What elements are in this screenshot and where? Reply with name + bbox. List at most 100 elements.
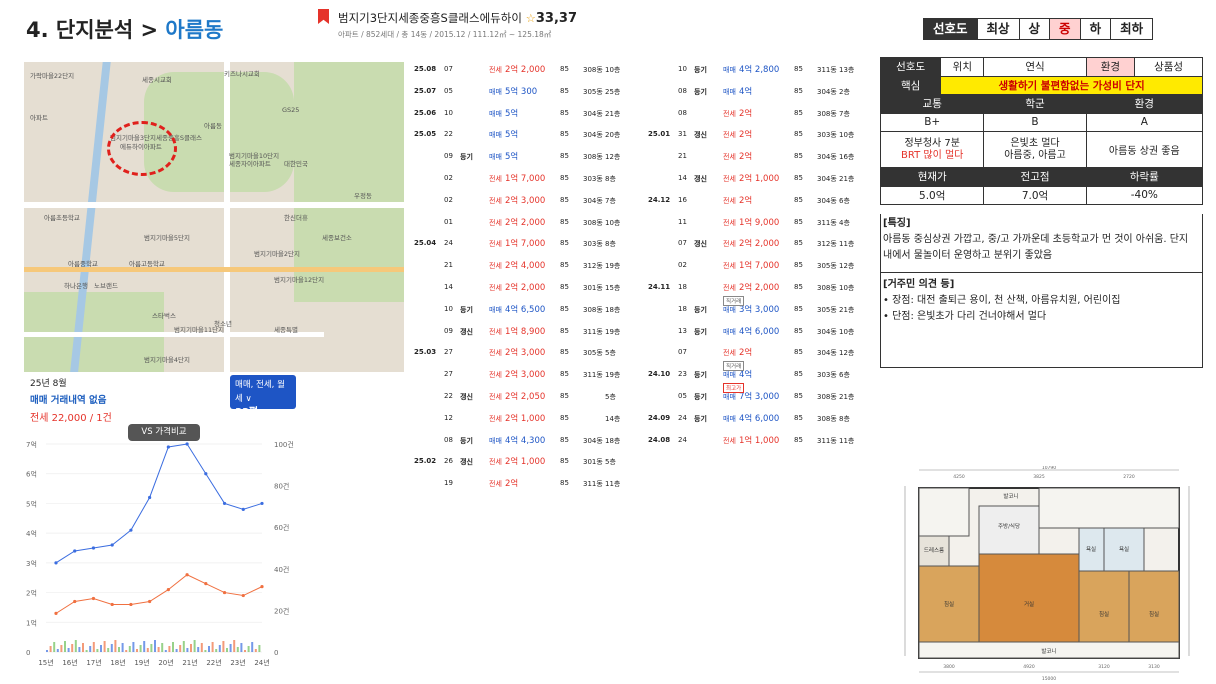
tx-type: 매매 (723, 87, 736, 96)
tx-d: 05 (444, 86, 453, 95)
preference-bar: 선호도 최상 상 중 하 최하 (923, 18, 1154, 40)
transaction-row[interactable]: 14 전세 2억 2,000 85 301동 15층 (410, 277, 640, 299)
transaction-row[interactable]: 07 전세 2억 85 304동 12층 (644, 342, 874, 364)
dimension-label: 4250 (953, 474, 965, 480)
tx-price: 2억 (739, 152, 753, 163)
tx-dong: 304동 (817, 327, 837, 336)
y-tick-label: 1억 (26, 619, 37, 627)
tx-dong: 308동 (583, 305, 603, 314)
tx-price: 4억 6,000 (739, 413, 780, 424)
tx-ym: 25.04 (414, 239, 437, 248)
transaction-row[interactable]: 21 전세 2억 85 304동 16층 (644, 146, 874, 168)
preference-option-mid[interactable]: 중 (1049, 19, 1080, 39)
transaction-row[interactable]: 08 등기 매매 4억 85 304동 2층 (644, 81, 874, 103)
opinion-pro: • 장점: 대전 출퇴근 용이, 천 산책, 아름유치원, 어린이집 (883, 295, 1121, 306)
tx-area: 85 (794, 391, 803, 400)
volume-bar (244, 650, 246, 652)
tx-fl: 15층 (605, 283, 621, 292)
tx-area: 85 (794, 173, 803, 182)
map-label: 세종보건소 (322, 234, 352, 242)
volume-bar (247, 646, 250, 652)
transaction-row[interactable]: 13 등기 매매 4억 6,000 85 304동 10층 (644, 321, 874, 343)
transaction-row[interactable]: 24.12 16 전세 2억 85 304동 6층 (644, 190, 874, 212)
transaction-row[interactable]: 05 등기 매매 7억 3,000 85 308동 21층 최고가 (644, 382, 874, 408)
transaction-row[interactable]: 11 전세 1억 9,000 85 311동 4층 (644, 212, 874, 234)
tx-ym: 24.11 (648, 282, 671, 291)
transaction-row[interactable]: 22 갱신 전세 2억 2,050 85 5층 (410, 386, 640, 408)
transaction-row[interactable]: 25.08 07 전세 2억 2,000 85 308동 10층 (410, 59, 640, 81)
transaction-row[interactable]: 25.05 22 매매 5억 85 304동 20층 (410, 124, 640, 146)
volume-bar (85, 650, 88, 652)
tx-d: 01 (444, 217, 453, 226)
volume-bar (190, 644, 192, 652)
preference-option-high[interactable]: 상 (1018, 19, 1050, 39)
header-age: 연식 (983, 57, 1087, 77)
transaction-row[interactable]: 02 전세 1억 7,000 85 303동 8층 (410, 168, 640, 190)
series-point (241, 507, 245, 511)
preference-option-best[interactable]: 최상 (976, 19, 1019, 39)
volume-bar (218, 645, 221, 652)
transaction-row[interactable]: 19 전세 2억 85 311동 11층 (410, 473, 640, 495)
tx-tag: 등기 (694, 66, 707, 74)
tx-d: 14 (678, 173, 687, 182)
transaction-row[interactable]: 08 등기 매매 4억 4,300 85 304동 18층 (410, 430, 640, 452)
trade-last: 전세 22,000 / 1건 (30, 413, 112, 424)
tx-price: 2억 3,000 (505, 370, 546, 381)
transaction-row[interactable]: 18 등기 매매 3억 3,000 85 305동 21층 직거래 (644, 295, 874, 321)
transaction-row[interactable]: 12 전세 2억 1,000 85 14층 (410, 408, 640, 430)
volume-bar (71, 644, 74, 652)
tx-tag: 등기 (694, 327, 707, 336)
transaction-row[interactable]: 25.06 10 매매 5억 85 304동 21층 (410, 103, 640, 125)
tx-d: 09 (444, 326, 453, 335)
transaction-row[interactable]: 02 전세 2억 3,000 85 304동 7층 (410, 190, 640, 212)
floor-plan[interactable]: 발코니 주방/식당 드레스룸 침실 거실 침실 침실 발코니 욕실 욕실 107… (899, 466, 1195, 682)
tx-d: 27 (444, 370, 453, 379)
transaction-row[interactable]: 24.09 24 등기 매매 4억 6,000 85 308동 8층 (644, 408, 874, 430)
tx-fl: 6층 (839, 196, 850, 205)
bookmark-icon[interactable] (318, 9, 329, 24)
tx-type: 매매 (489, 305, 502, 314)
transaction-row[interactable]: 27 전세 2억 3,000 85 311동 19층 (410, 364, 640, 386)
transaction-row[interactable]: 24.11 18 전세 2억 2,000 85 308동 10층 (644, 277, 874, 299)
trade-filter-button[interactable]: 매매, 전세, 월세 ∨ 33평 전용 85㎡ (230, 375, 296, 418)
tx-type: 전세 (723, 131, 736, 140)
tx-price: 5억 (505, 108, 519, 119)
transaction-row[interactable]: 24.08 24 전세 1억 1,000 85 311동 11층 (644, 430, 874, 452)
star-icon[interactable]: ☆ (526, 11, 536, 25)
preference-option-low[interactable]: 하 (1079, 19, 1111, 39)
transaction-row[interactable]: 07 갱신 전세 2억 2,000 85 312동 11층 (644, 233, 874, 255)
transaction-row[interactable]: 10 등기 매매 4억 2,800 85 311동 13층 (644, 59, 874, 81)
transaction-row[interactable]: 02 전세 1억 7,000 85 305동 12층 (644, 255, 874, 277)
tx-fl: 7층 (605, 196, 616, 205)
transaction-row[interactable]: 25.07 05 매매 5억 300 85 305동 25층 (410, 81, 640, 103)
vs-compare-button[interactable]: VS 가격비교 (128, 424, 200, 441)
y-tick-label: 4억 (26, 530, 37, 538)
transaction-row[interactable]: 01 전세 2억 2,000 85 308동 10층 (410, 212, 640, 234)
tx-area: 85 (794, 304, 803, 313)
volume-bar (121, 643, 124, 652)
transaction-row[interactable]: 24.10 23 등기 매매 4억 85 303동 6층 직거래 (644, 361, 874, 386)
map-label: 범지기마을2단지 (254, 250, 300, 258)
transaction-row[interactable]: 25.02 26 갱신 전세 2억 1,000 85 301동 5층 (410, 451, 640, 473)
transaction-row[interactable]: 09 갱신 전세 1억 8,900 85 311동 19층 (410, 321, 640, 343)
transaction-row[interactable]: 09 등기 매매 5억 85 308동 12층 (410, 146, 640, 168)
room-label: 침실 (944, 600, 954, 608)
transaction-row[interactable]: 25.03 27 전세 2억 3,000 85 305동 5층 (410, 342, 640, 364)
map-label: 세종특별 (274, 326, 298, 334)
location-map[interactable]: 가락마을22단지 세종시교회 키즈나시교회 아파트 범지기마을3단지세종중흥S클… (24, 62, 404, 418)
transaction-row[interactable]: 08 전세 2억 85 308동 7층 (644, 103, 874, 125)
tx-ym: 25.02 (414, 457, 437, 466)
y2-tick-label: 60건 (274, 523, 289, 532)
transaction-row[interactable]: 25.04 24 전세 1억 7,000 85 303동 8층 (410, 233, 640, 255)
transaction-row[interactable]: 25.01 31 갱신 전세 2억 85 303동 10층 (644, 124, 874, 146)
preference-option-lowest[interactable]: 최하 (1110, 19, 1152, 39)
tx-type: 매매 (489, 436, 502, 445)
transaction-row[interactable]: 10 등기 매매 4억 6,500 85 308동 18층 (410, 299, 640, 321)
tx-type: 매매 (489, 131, 502, 140)
tx-d: 23 (678, 370, 687, 379)
transaction-row[interactable]: 21 전세 2억 4,000 85 312동 19층 (410, 255, 640, 277)
volume-bar (118, 647, 120, 652)
transaction-row[interactable]: 14 갱신 전세 2억 1,000 85 304동 21층 (644, 168, 874, 190)
volume-bar (200, 643, 203, 652)
tx-ym: 24.09 (648, 413, 671, 422)
